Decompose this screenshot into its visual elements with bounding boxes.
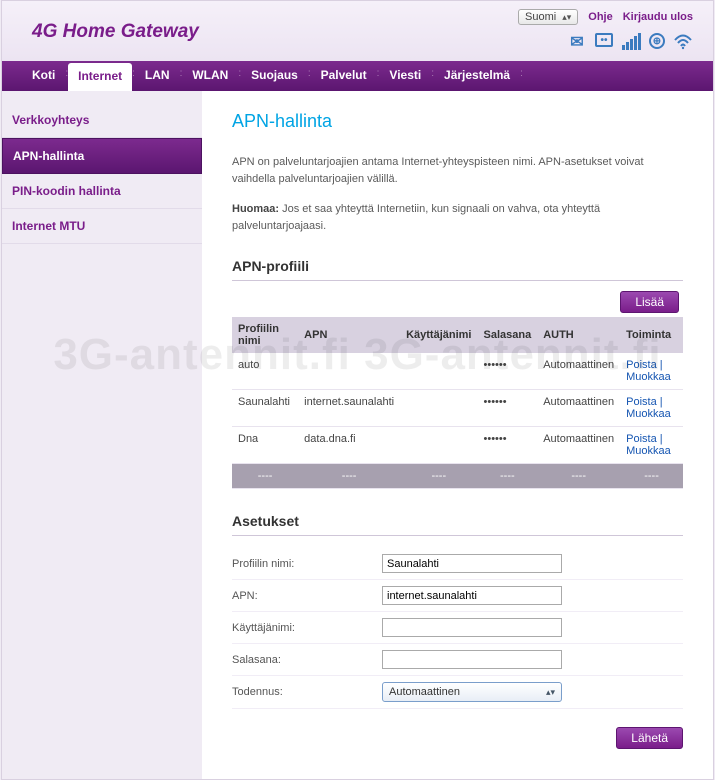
input-profile-name[interactable] [382, 554, 562, 573]
mail-icon[interactable]: ✉ [567, 33, 587, 51]
cell-action: Poista | Muokkaa [620, 427, 683, 464]
cell-user [400, 390, 477, 427]
delete-link[interactable]: Poista [626, 396, 657, 408]
table-row: Saunalahtiinternet.saunalahti ••••••Autom… [232, 390, 683, 427]
signal-icon [621, 33, 641, 51]
sidebar-item-apn-hallinta[interactable]: APN-hallinta [2, 138, 202, 174]
cell-action: Poista | Muokkaa [620, 390, 683, 427]
content-panel: APN-hallinta APN on palveluntarjoajien a… [202, 91, 713, 779]
logout-link[interactable]: Kirjaudu ulos [623, 11, 693, 23]
language-select[interactable]: Suomi▴▾ [518, 9, 578, 25]
sim-icon[interactable]: •• [595, 33, 613, 47]
section-settings-heading: Asetukset [232, 507, 683, 536]
nav-suojaus[interactable]: Suojaus [241, 61, 308, 91]
sidebar-item-pin-koodin[interactable]: PIN-koodin hallinta [2, 174, 202, 209]
cell-user [400, 353, 477, 390]
cell-auth: Automaattinen [537, 427, 620, 464]
cell-name: Dna [232, 427, 298, 464]
submit-button[interactable]: Lähetä [616, 727, 683, 749]
sidebar-item-verkkoyhteys[interactable]: Verkkoyhteys [2, 103, 202, 138]
cell-apn: data.dna.fi [298, 427, 400, 464]
cell-pass: •••••• [478, 427, 538, 464]
page-notice: Huomaa: Jos et saa yhteyttä Internetiin,… [232, 201, 683, 234]
nav-viesti[interactable]: Viesti [379, 61, 431, 91]
edit-link[interactable]: Muokkaa [626, 371, 671, 383]
delete-link[interactable]: Poista [626, 433, 657, 445]
nav-internet[interactable]: Internet [68, 63, 132, 91]
edit-link[interactable]: Muokkaa [626, 408, 671, 420]
sidebar: Verkkoyhteys APN-hallinta PIN-koodin hal… [2, 91, 202, 779]
wifi-icon [673, 33, 693, 51]
globe-icon[interactable]: ⊕ [649, 33, 665, 49]
page-title: APN-hallinta [232, 111, 683, 132]
cell-auth: Automaattinen [537, 390, 620, 427]
edit-link[interactable]: Muokkaa [626, 445, 671, 457]
section-profile-heading: APN-profiili [232, 252, 683, 281]
nav-lan[interactable]: LAN [135, 61, 180, 91]
cell-apn: internet.saunalahti [298, 390, 400, 427]
table-row-blank: ------------------------ [232, 464, 683, 489]
add-button[interactable]: Lisää [620, 291, 679, 313]
label-apn: APN: [232, 590, 382, 602]
delete-link[interactable]: Poista [626, 359, 657, 371]
nav-jarjestelma[interactable]: Järjestelmä [434, 61, 520, 91]
sidebar-item-internet-mtu[interactable]: Internet MTU [2, 209, 202, 244]
page-desc: APN on palveluntarjoajien antama Interne… [232, 154, 683, 187]
th-apn: APN [298, 317, 400, 353]
cell-user [400, 427, 477, 464]
label-user: Käyttäjänimi: [232, 622, 382, 634]
nav-wlan[interactable]: WLAN [182, 61, 238, 91]
table-row: Dnadata.dna.fi ••••••AutomaattinenPoista … [232, 427, 683, 464]
cell-pass: •••••• [478, 390, 538, 427]
apn-table: Profiilin nimi APN Käyttäjänimi Salasana… [232, 317, 683, 489]
input-pass[interactable] [382, 650, 562, 669]
main-nav: Koti : Internet : LAN : WLAN : Suojaus :… [2, 61, 713, 91]
nav-palvelut[interactable]: Palvelut [311, 61, 377, 91]
help-link[interactable]: Ohje [588, 11, 612, 23]
cell-name: auto [232, 353, 298, 390]
th-name: Profiilin nimi [232, 317, 298, 353]
label-profile-name: Profiilin nimi: [232, 558, 382, 570]
th-auth: AUTH [537, 317, 620, 353]
th-pass: Salasana [478, 317, 538, 353]
label-pass: Salasana: [232, 654, 382, 666]
table-row: auto ••••••AutomaattinenPoista | Muokkaa [232, 353, 683, 390]
th-action: Toiminta [620, 317, 683, 353]
cell-action: Poista | Muokkaa [620, 353, 683, 390]
input-apn[interactable] [382, 586, 562, 605]
cell-pass: •••••• [478, 353, 538, 390]
input-user[interactable] [382, 618, 562, 637]
th-user: Käyttäjänimi [400, 317, 477, 353]
label-auth: Todennus: [232, 686, 382, 698]
select-auth[interactable]: Automaattinen▴▾ [382, 682, 562, 702]
cell-auth: Automaattinen [537, 353, 620, 390]
cell-name: Saunalahti [232, 390, 298, 427]
cell-apn [298, 353, 400, 390]
brand-title: 4G Home Gateway [32, 9, 199, 51]
nav-koti[interactable]: Koti [22, 61, 65, 91]
